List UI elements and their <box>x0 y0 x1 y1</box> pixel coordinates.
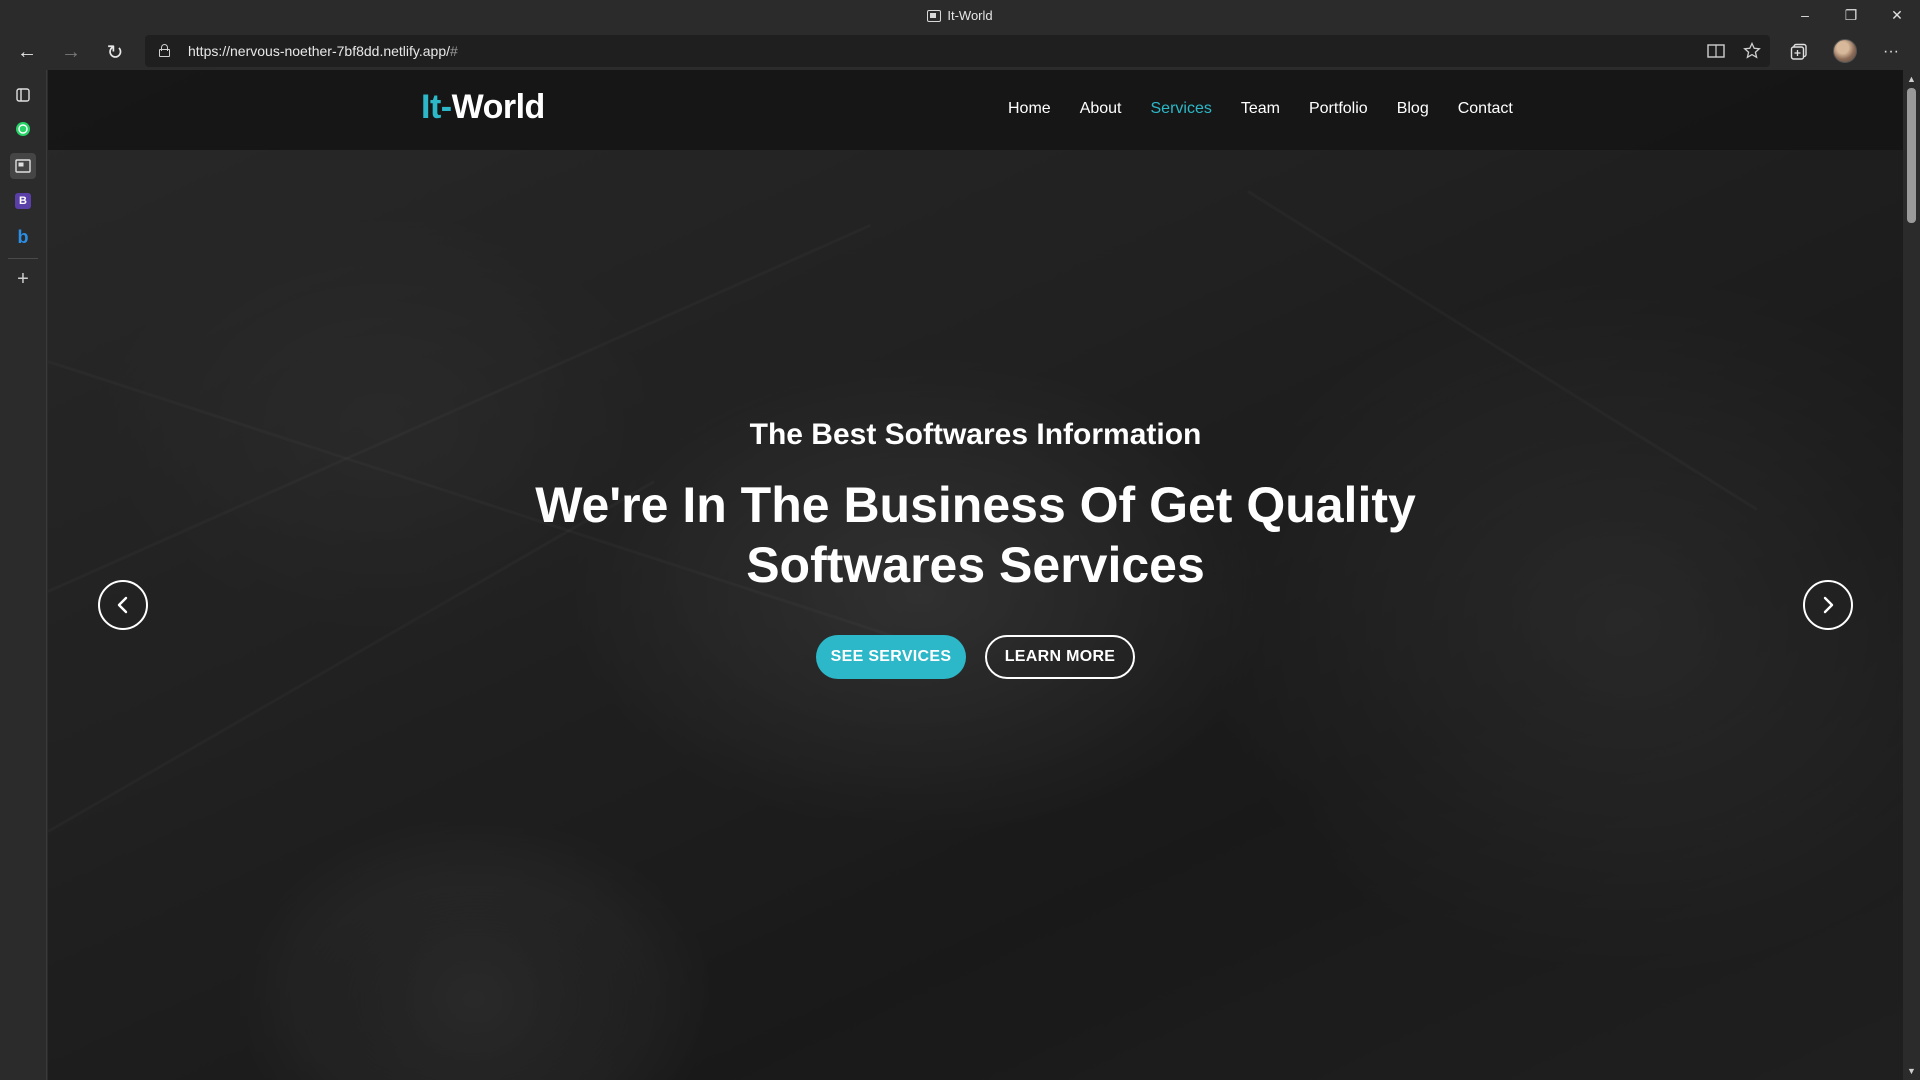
reader-mode-icon[interactable] <box>1706 42 1726 60</box>
b-app-label: B <box>15 193 31 209</box>
nav-about[interactable]: About <box>1080 100 1122 118</box>
hero-title: We're In The Business Of Get Quality Sof… <box>48 475 1903 595</box>
hero-title-line2: Softwares Services <box>746 537 1205 593</box>
scroll-down-icon[interactable]: ▼ <box>1906 1066 1917 1076</box>
hero-title-line1: We're In The Business Of Get Quality <box>535 477 1416 533</box>
carousel-next-button[interactable] <box>1803 580 1853 630</box>
window-titlebar: It-World – ❐ ✕ <box>0 0 1920 32</box>
bing-icon[interactable]: b <box>10 224 36 250</box>
tabs-icon[interactable] <box>10 82 36 108</box>
carousel-prev-button[interactable] <box>98 580 148 630</box>
back-button[interactable]: ← <box>11 36 43 68</box>
nav-blog[interactable]: Blog <box>1397 100 1429 118</box>
browser-sidebar: B b + <box>0 70 47 1080</box>
site-logo[interactable]: It-World <box>421 88 545 127</box>
nav-team[interactable]: Team <box>1241 100 1280 118</box>
favorites-icon[interactable] <box>1742 42 1762 60</box>
more-icon[interactable]: ··· <box>1878 39 1904 65</box>
profile-avatar[interactable] <box>1833 39 1857 63</box>
whatsapp-icon[interactable] <box>10 116 36 142</box>
chevron-left-icon <box>117 596 128 614</box>
scroll-up-icon[interactable]: ▲ <box>1906 74 1917 84</box>
url-text[interactable]: https://nervous-noether-7bf8dd.netlify.a… <box>188 43 458 59</box>
nav-contact[interactable]: Contact <box>1458 100 1513 118</box>
page-viewport: It-World Home About Services Team Portfo… <box>48 70 1903 1080</box>
add-icon[interactable]: + <box>10 266 36 292</box>
restore-button[interactable]: ❐ <box>1828 0 1874 30</box>
nav-services[interactable]: Services <box>1151 100 1212 118</box>
sidebar-divider <box>8 258 38 259</box>
url-hash: # <box>450 43 458 59</box>
lock-icon[interactable] <box>159 44 170 57</box>
page-icon[interactable] <box>10 153 36 179</box>
see-services-button[interactable]: SEE SERVICES <box>816 635 966 679</box>
minimize-button[interactable]: – <box>1782 0 1828 30</box>
close-window-button[interactable]: ✕ <box>1874 0 1920 30</box>
window-title-text: It-World <box>947 8 993 23</box>
chevron-right-icon <box>1823 596 1834 614</box>
browser-toolbar: ← → ↻ https://nervous-noether-7bf8dd.net… <box>0 32 1920 70</box>
nav-home[interactable]: Home <box>1008 100 1051 118</box>
address-bar[interactable]: https://nervous-noether-7bf8dd.netlify.a… <box>145 35 1770 67</box>
nav-portfolio[interactable]: Portfolio <box>1309 100 1368 118</box>
page-scrollbar[interactable]: ▲ ▼ <box>1903 70 1920 1080</box>
logo-main: World <box>451 88 546 126</box>
window-title: It-World <box>0 8 1920 23</box>
collections-icon[interactable] <box>1786 39 1812 65</box>
b-app-icon[interactable]: B <box>10 188 36 214</box>
scroll-thumb[interactable] <box>1907 88 1916 223</box>
refresh-button[interactable]: ↻ <box>99 36 131 68</box>
main-nav: Home About Services Team Portfolio Blog … <box>1008 100 1542 118</box>
forward-button[interactable]: → <box>55 36 87 68</box>
url-main: https://nervous-noether-7bf8dd.netlify.a… <box>188 43 451 59</box>
logo-accent: It- <box>421 88 452 126</box>
hero-subtitle: The Best Softwares Information <box>749 418 1202 451</box>
tab-favicon-icon <box>927 10 942 22</box>
site-header: It-World Home About Services Team Portfo… <box>48 70 1903 150</box>
learn-more-button[interactable]: LEARN MORE <box>985 635 1135 679</box>
